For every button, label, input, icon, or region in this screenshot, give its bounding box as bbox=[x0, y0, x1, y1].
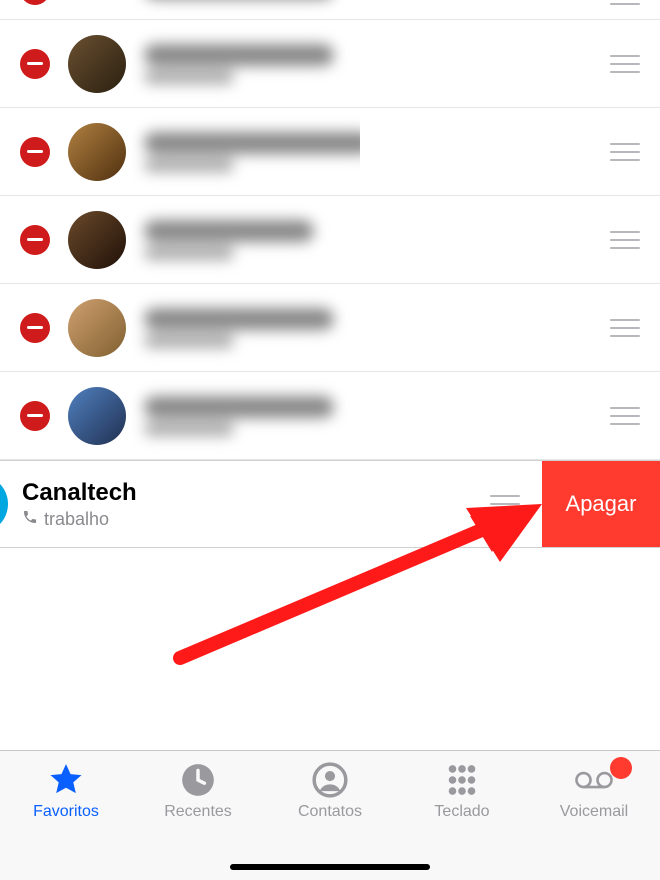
favorites-list: T Canaltech trabalho Apagar bbox=[0, 0, 660, 548]
contact-avatar bbox=[68, 299, 126, 357]
reorder-grip-icon[interactable] bbox=[610, 143, 640, 161]
reorder-grip-icon[interactable] bbox=[610, 55, 640, 73]
tab-voicemail[interactable]: Voicemail bbox=[528, 761, 660, 880]
delete-minus-icon[interactable] bbox=[20, 137, 50, 167]
keypad-icon bbox=[441, 761, 483, 799]
reorder-grip-icon[interactable] bbox=[490, 495, 520, 513]
tab-label: Contatos bbox=[298, 803, 362, 821]
contact-name: Canaltech bbox=[22, 479, 490, 507]
favorite-row[interactable] bbox=[0, 108, 660, 196]
tab-contacts[interactable]: Contatos bbox=[264, 761, 396, 880]
favorite-row[interactable] bbox=[0, 372, 660, 460]
delete-minus-icon[interactable] bbox=[20, 0, 50, 5]
favorite-row[interactable] bbox=[0, 284, 660, 372]
contact-label: trabalho bbox=[44, 509, 109, 530]
delete-button[interactable]: Apagar bbox=[542, 461, 660, 547]
delete-minus-icon[interactable] bbox=[20, 225, 50, 255]
delete-minus-icon[interactable] bbox=[20, 401, 50, 431]
delete-minus-icon[interactable] bbox=[20, 49, 50, 79]
tab-label: Voicemail bbox=[560, 803, 628, 821]
tab-recents[interactable]: Recentes bbox=[132, 761, 264, 880]
contact-avatar bbox=[68, 211, 126, 269]
phone-icon bbox=[22, 509, 38, 530]
tab-favorites[interactable]: Favoritos bbox=[0, 761, 132, 880]
delete-minus-icon[interactable] bbox=[20, 313, 50, 343]
favorite-row[interactable] bbox=[0, 20, 660, 108]
voicemail-icon bbox=[573, 761, 615, 799]
clock-icon bbox=[177, 761, 219, 799]
home-indicator[interactable] bbox=[230, 864, 430, 870]
tab-label: Teclado bbox=[434, 803, 489, 821]
contact-avatar bbox=[68, 35, 126, 93]
tab-label: Favoritos bbox=[33, 803, 99, 821]
reorder-grip-icon[interactable] bbox=[610, 319, 640, 337]
contact-subtitle: trabalho bbox=[22, 509, 490, 530]
contact-avatar: T bbox=[0, 475, 8, 533]
phone-favorites-edit-screen: T Canaltech trabalho Apagar bbox=[0, 0, 660, 880]
contact-avatar bbox=[68, 387, 126, 445]
notification-badge bbox=[610, 757, 632, 779]
star-icon bbox=[45, 761, 87, 799]
favorite-row-swiped[interactable]: T Canaltech trabalho Apagar bbox=[0, 460, 660, 548]
contact-avatar bbox=[68, 123, 126, 181]
tab-label: Recentes bbox=[164, 803, 232, 821]
reorder-grip-icon[interactable] bbox=[610, 0, 640, 5]
favorite-row[interactable] bbox=[0, 196, 660, 284]
reorder-grip-icon[interactable] bbox=[610, 407, 640, 425]
tab-keypad[interactable]: Teclado bbox=[396, 761, 528, 880]
reorder-grip-icon[interactable] bbox=[610, 231, 640, 249]
favorite-row[interactable] bbox=[0, 0, 660, 20]
contact-text: Canaltech trabalho bbox=[22, 479, 490, 530]
person-circle-icon bbox=[309, 761, 351, 799]
tab-bar: Favoritos Recentes Contatos bbox=[0, 750, 660, 880]
